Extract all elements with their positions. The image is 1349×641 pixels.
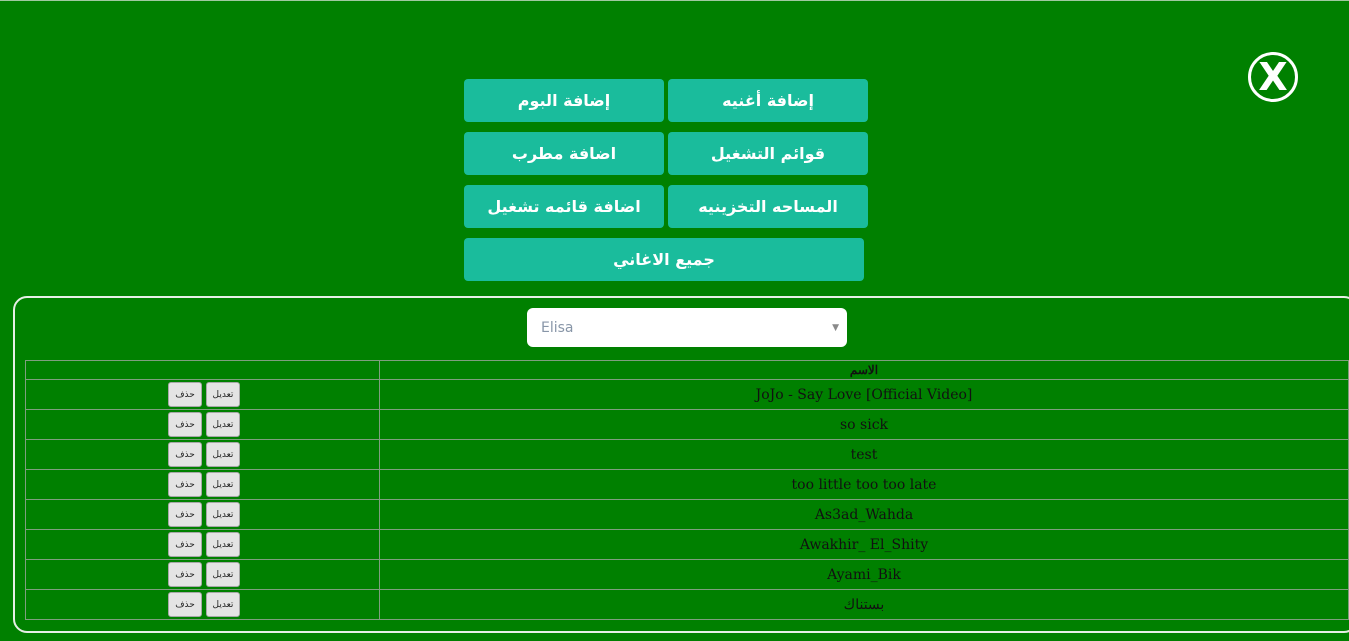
row-actions-cell: حذف تعديل [25, 499, 380, 530]
table-row: حذف تعديل JoJo - Say Love [Official Video] [25, 379, 1349, 410]
page: X إضافة أغنيه إضافة البوم قوائم التشغيل … [0, 0, 1349, 641]
edit-button[interactable]: تعديل [206, 562, 240, 587]
row-actions: حذف تعديل [26, 562, 240, 587]
artist-select-value: Elisa [541, 319, 574, 336]
song-name-cell: JoJo - Say Love [Official Video] [379, 379, 1349, 410]
table-row: حذف تعديل As3ad_Wahda [25, 499, 1349, 530]
close-icon[interactable]: X [1248, 52, 1298, 102]
row-actions: حذف تعديل [26, 502, 240, 527]
song-name-cell: too little too too late [379, 469, 1349, 500]
delete-button[interactable]: حذف [168, 442, 202, 467]
row-actions-cell: حذف تعديل [25, 439, 380, 470]
edit-button[interactable]: تعديل [206, 472, 240, 497]
row-actions-cell: حذف تعديل [25, 379, 380, 410]
edit-button[interactable]: تعديل [206, 442, 240, 467]
edit-button[interactable]: تعديل [206, 592, 240, 617]
song-name-cell: بستناك [379, 589, 1349, 620]
table-row: حذف تعديل Ayami_Bik [25, 559, 1349, 590]
delete-button[interactable]: حذف [168, 532, 202, 557]
row-actions: حذف تعديل [26, 412, 240, 437]
row-actions: حذف تعديل [26, 382, 240, 407]
actions-header-cell [25, 360, 380, 380]
all-songs-button[interactable]: جميع الاغاني [464, 238, 864, 281]
edit-button[interactable]: تعديل [206, 532, 240, 557]
edit-button[interactable]: تعديل [206, 382, 240, 407]
song-name-cell: As3ad_Wahda [379, 499, 1349, 530]
row-actions: حذف تعديل [26, 592, 240, 617]
row-actions-cell: حذف تعديل [25, 559, 380, 590]
row-actions: حذف تعديل [26, 442, 240, 467]
edit-button[interactable]: تعديل [206, 502, 240, 527]
table-header-row: الاسم [25, 360, 1349, 380]
playlists-button[interactable]: قوائم التشغيل [668, 132, 868, 175]
song-name-cell: Ayami_Bik [379, 559, 1349, 590]
row-actions: حذف تعديل [26, 472, 240, 497]
artist-select[interactable]: Elisa ▼ [527, 308, 847, 347]
songs-table: الاسم حذف تعديل JoJo - Say Love [Official … [25, 360, 1349, 620]
delete-button[interactable]: حذف [168, 382, 202, 407]
add-song-button[interactable]: إضافة أغنيه [668, 79, 868, 122]
close-glyph: X [1258, 55, 1288, 99]
add-artist-button[interactable]: اضافة مطرب [464, 132, 664, 175]
storage-space-button[interactable]: المساحه التخزينيه [668, 185, 868, 228]
delete-button[interactable]: حذف [168, 472, 202, 497]
table-row: حذف تعديل test [25, 439, 1349, 470]
name-header: الاسم [379, 360, 1349, 380]
add-playlist-button[interactable]: اضافة قائمه تشغيل [464, 185, 664, 228]
song-name-cell: so sick [379, 409, 1349, 440]
row-actions-cell: حذف تعديل [25, 469, 380, 500]
table-row: حذف تعديل Awakhir_ El_Shity [25, 529, 1349, 560]
row-actions: حذف تعديل [26, 532, 240, 557]
row-actions-cell: حذف تعديل [25, 589, 380, 620]
table-row: حذف تعديل too little too too late [25, 469, 1349, 500]
song-name-cell: test [379, 439, 1349, 470]
add-album-button[interactable]: إضافة البوم [464, 79, 664, 122]
table-row: حذف تعديل بستناك [25, 589, 1349, 620]
table-row: حذف تعديل so sick [25, 409, 1349, 440]
delete-button[interactable]: حذف [168, 412, 202, 437]
chevron-down-icon: ▼ [832, 322, 839, 333]
song-name-cell: Awakhir_ El_Shity [379, 529, 1349, 560]
delete-button[interactable]: حذف [168, 592, 202, 617]
delete-button[interactable]: حذف [168, 562, 202, 587]
delete-button[interactable]: حذف [168, 502, 202, 527]
row-actions-cell: حذف تعديل [25, 409, 380, 440]
edit-button[interactable]: تعديل [206, 412, 240, 437]
row-actions-cell: حذف تعديل [25, 529, 380, 560]
